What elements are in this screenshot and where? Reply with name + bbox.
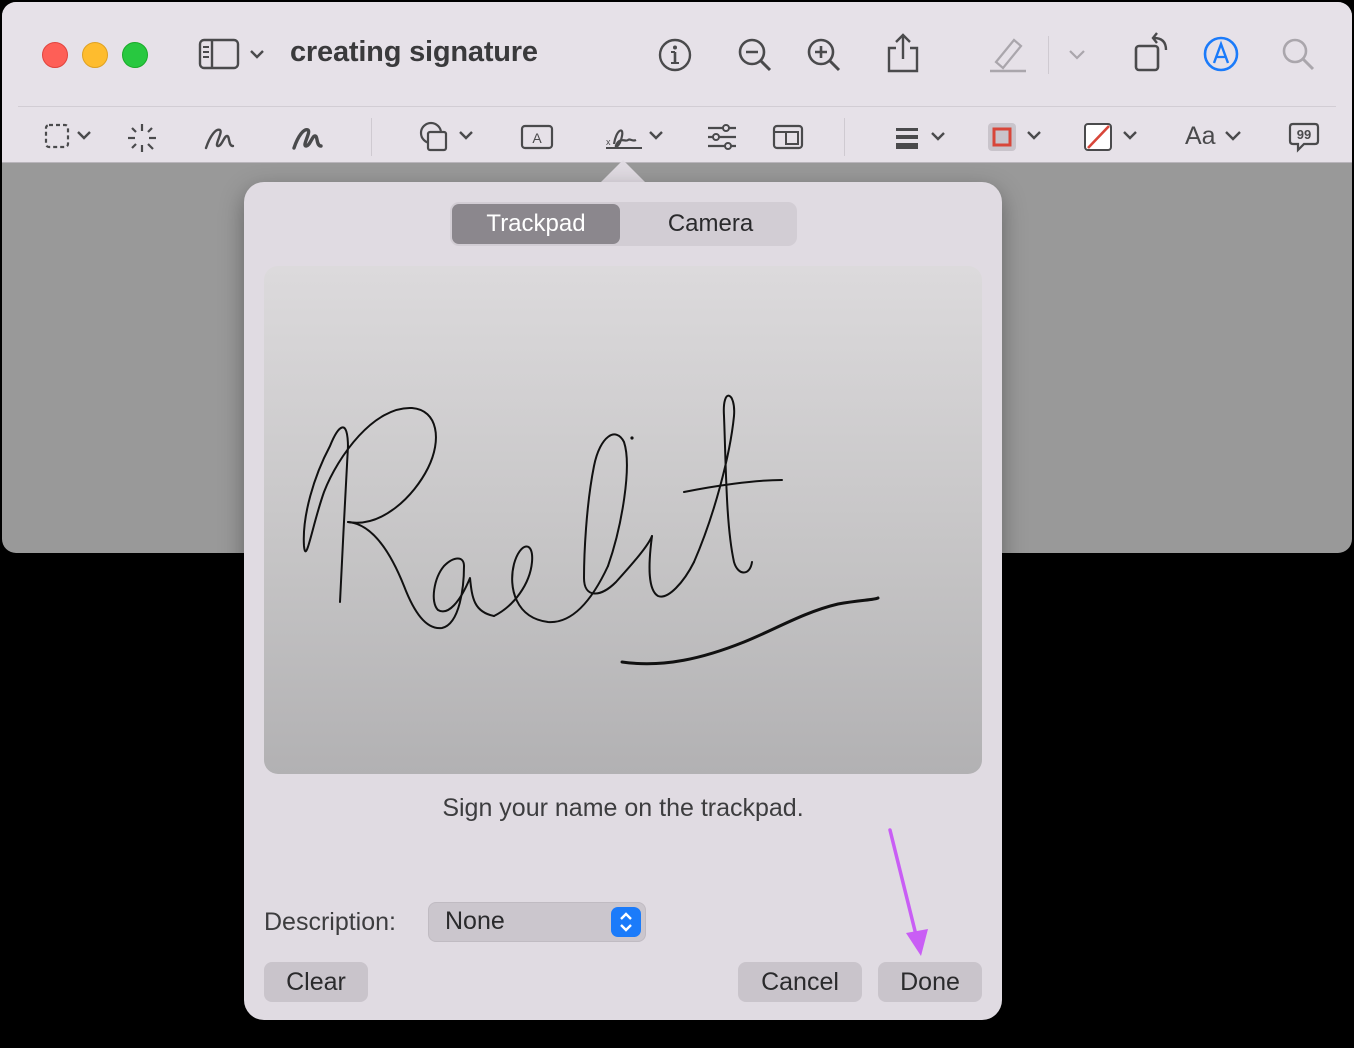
select-stepper-icon	[611, 907, 641, 937]
input-source-segmented-control: Trackpad Camera	[450, 202, 797, 246]
adjust-size-icon[interactable]	[772, 122, 804, 152]
handwritten-signature	[302, 394, 880, 666]
svg-text:x: x	[606, 137, 611, 147]
draw-icon[interactable]	[290, 122, 326, 154]
rotate-icon[interactable]	[1132, 32, 1172, 74]
signature-hint: Sign your name on the trackpad.	[442, 794, 804, 822]
shape-style-icon[interactable]	[894, 122, 950, 154]
info-icon[interactable]	[656, 36, 694, 74]
sidebar-icon[interactable]	[198, 38, 270, 70]
shapes-icon[interactable]	[418, 120, 476, 154]
text-style-icon[interactable]: Aa	[1185, 122, 1216, 151]
border-color-icon[interactable]	[986, 120, 1048, 154]
rectangular-selection-icon[interactable]	[44, 122, 98, 152]
fill-color-icon[interactable]	[1082, 120, 1144, 154]
window-title: creating signature	[290, 36, 538, 68]
minimize-button[interactable]	[82, 42, 108, 68]
chevron-down-icon[interactable]	[1066, 46, 1088, 64]
zoom-in-icon[interactable]	[805, 36, 843, 74]
description-select[interactable]: None	[428, 902, 646, 942]
clear-button[interactable]: Clear	[264, 962, 368, 1002]
chevron-down-icon[interactable]	[1222, 124, 1244, 148]
tab-camera[interactable]: Camera	[626, 204, 795, 244]
sketch-icon[interactable]	[202, 122, 238, 154]
tab-trackpad[interactable]: Trackpad	[452, 204, 620, 244]
search-icon[interactable]	[1280, 36, 1316, 72]
share-icon[interactable]	[885, 32, 921, 74]
signature-canvas[interactable]	[264, 266, 982, 774]
zoom-button[interactable]	[122, 42, 148, 68]
text-box-icon[interactable]: A	[520, 122, 554, 152]
adjust-color-icon[interactable]	[706, 122, 738, 152]
svg-text:99: 99	[1297, 127, 1311, 142]
cancel-button[interactable]: Cancel	[738, 962, 862, 1002]
highlight-pen-icon[interactable]	[988, 34, 1028, 74]
done-button[interactable]: Done	[878, 962, 982, 1002]
signature-popover: Trackpad Camera Sign your name on the tr…	[244, 182, 1002, 1020]
description-value: None	[445, 907, 505, 935]
popover-arrow	[599, 160, 647, 184]
zoom-out-icon[interactable]	[736, 36, 774, 74]
close-button[interactable]	[42, 42, 68, 68]
svg-text:A: A	[532, 130, 542, 146]
window-toolbar: creating signature A x Aa 99	[2, 2, 1352, 163]
signature-icon[interactable]: x	[604, 120, 666, 156]
description-label: Description:	[264, 908, 396, 936]
annotate-icon[interactable]: 99	[1288, 120, 1320, 154]
markup-icon[interactable]	[1202, 35, 1240, 73]
instant-alpha-icon[interactable]	[126, 122, 158, 154]
